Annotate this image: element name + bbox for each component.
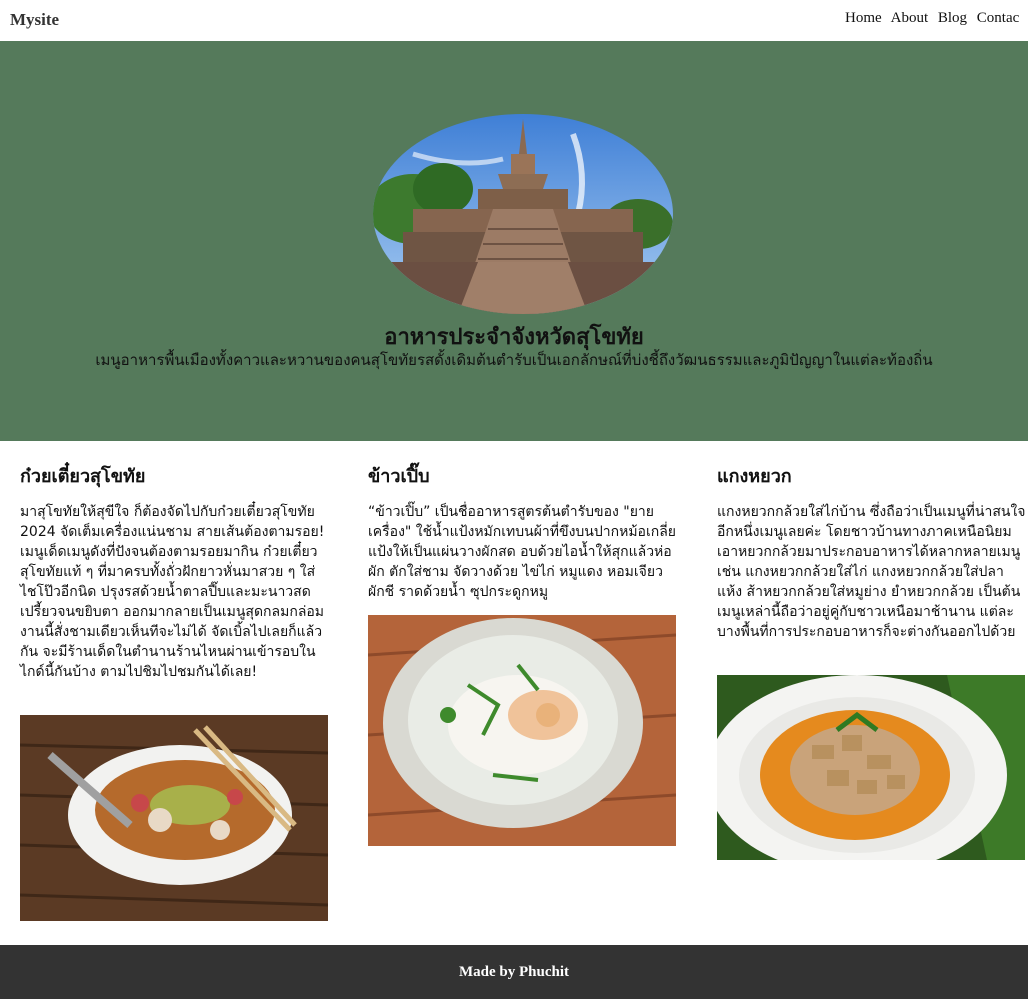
food-card-khao-peb: ข้าวเปิ๊บ “ข้าวเปิ๊บ” เป็นชื่ออาหารสูตรต… <box>368 461 678 602</box>
hero-temple-image <box>373 114 673 314</box>
nav-links: Home About Blog Contac <box>845 10 1025 27</box>
hero-subtitle: เมนูอาหารพื้นเมืองทั้งคาวและหวานของคนสุโ… <box>95 351 933 369</box>
food-card-kuay-tiew: ก๋วยเตี๋ยวสุโขทัย มาสุโขทัยให้สุขีใจ ก็ต… <box>20 461 330 682</box>
navbar: Mysite Home About Blog Contac <box>0 0 1028 41</box>
card-text: “ข้าวเปิ๊บ” เป็นชื่ออาหารสูตรต้นตำรับของ… <box>368 504 677 600</box>
site-brand[interactable]: Mysite <box>10 10 59 30</box>
nav-link-blog[interactable]: Blog <box>938 10 967 26</box>
hero-section: อาหารประจำจังหวัดสุโขทัย เมนูอาหารพื้นเม… <box>0 41 1028 441</box>
kuay-tiew-image <box>20 715 330 921</box>
footer: Made by Phuchit <box>0 945 1028 999</box>
card-title: ก๋วยเตี๋ยวสุโขทัย <box>20 466 146 487</box>
nav-link-about[interactable]: About <box>891 10 929 26</box>
nav-link-home[interactable]: Home <box>845 10 882 26</box>
card-title: แกงหยวก <box>717 466 792 487</box>
footer-text: Made by Phuchit <box>458 964 569 980</box>
khao-peb-image <box>368 615 678 846</box>
food-card-kaeng-yuak: แกงหยวก แกงหยวกกล้วยใส่ไก่บ้าน ซึ่งถือว่… <box>717 461 1027 642</box>
card-title: ข้าวเปิ๊บ <box>368 466 430 487</box>
card-text: มาสุโขทัยให้สุขีใจ ก็ต้องจัดไปกับก๋วยเตี… <box>20 504 325 680</box>
card-text: แกงหยวกกล้วยใส่ไก่บ้าน ซึ่งถือว่าเป็นเมน… <box>717 504 1026 640</box>
kaeng-yuak-image <box>717 675 1027 860</box>
nav-link-contact[interactable]: Contac <box>977 10 1020 26</box>
